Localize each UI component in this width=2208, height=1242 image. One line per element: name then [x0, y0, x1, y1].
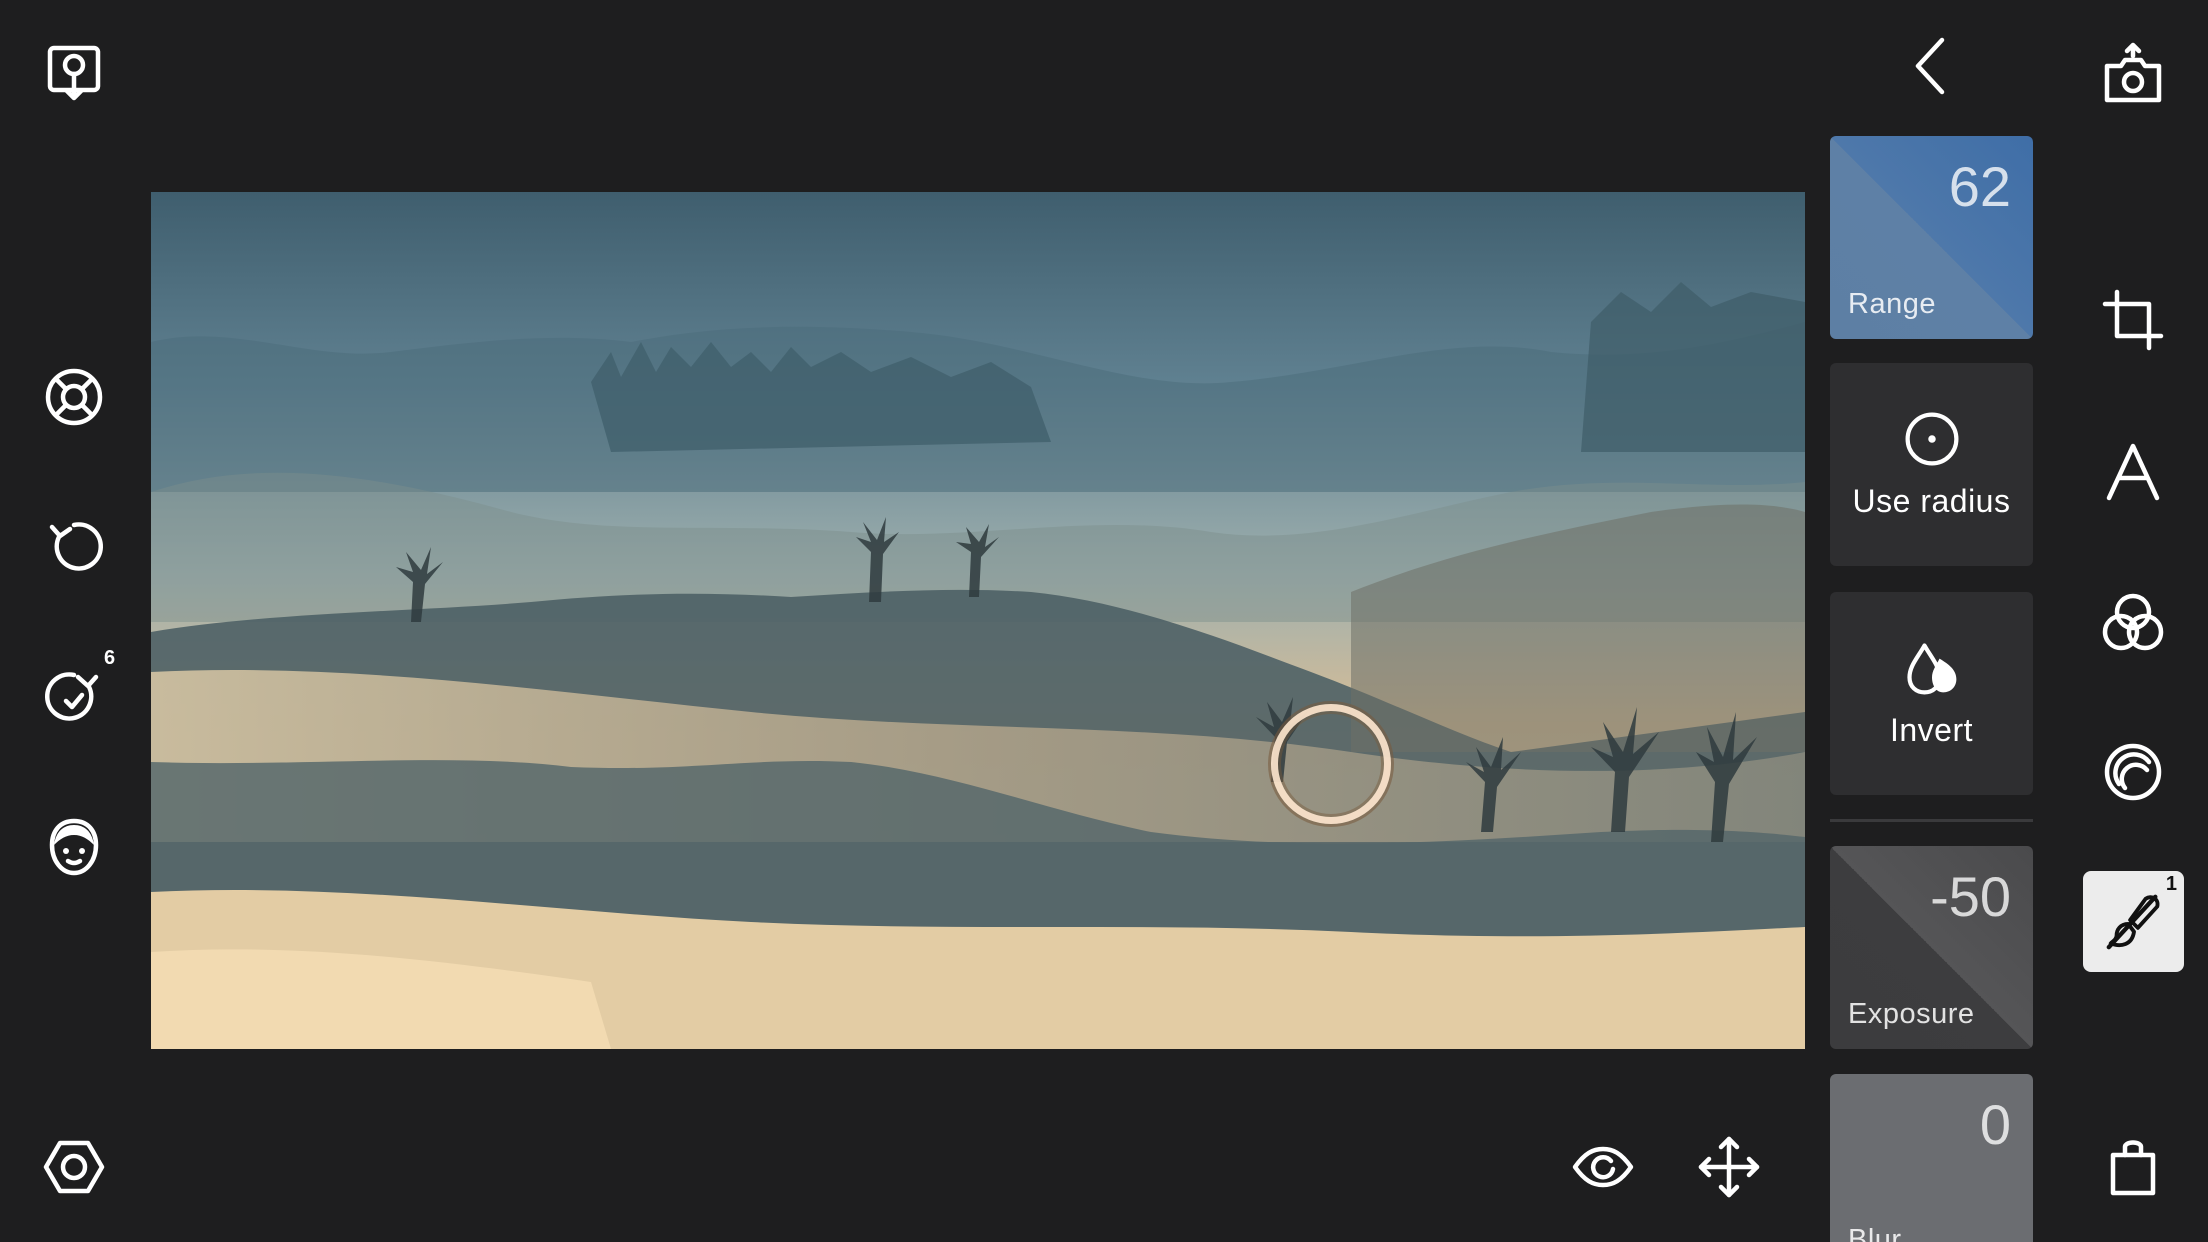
range-value: 62 [1948, 155, 2011, 218]
text-tool-button[interactable] [2083, 422, 2183, 522]
mask-brush-tool-button[interactable]: 1 [2083, 871, 2184, 972]
range-label: Range [1848, 288, 1936, 320]
move-button[interactable] [1679, 1117, 1779, 1217]
invert-drops-icon [1906, 643, 1956, 695]
crop-tool-button[interactable] [2083, 270, 2183, 370]
face-button[interactable] [24, 797, 124, 897]
redo-button[interactable]: 6 [24, 647, 124, 747]
crop-icon [2102, 289, 2164, 351]
mask-export-button[interactable] [24, 22, 124, 122]
blur-slider-tile[interactable]: 0 Blur [1830, 1074, 2033, 1242]
filters-tool-button[interactable] [2083, 572, 2183, 672]
exposure-value: -50 [1930, 865, 2011, 928]
active-tool-badge: 1 [2165, 873, 2177, 895]
tile-divider [1830, 819, 2033, 822]
share-button[interactable] [2083, 24, 2183, 124]
blur-label: Blur [1848, 1224, 1902, 1242]
mask-brush-handle[interactable] [1271, 704, 1391, 824]
undo-icon [49, 522, 104, 571]
photo-canvas[interactable] [151, 192, 1805, 1049]
photo-editor: 6 62 Range Use radius Invert -50 Exposur… [0, 0, 2208, 1242]
mask-pin-icon [47, 45, 101, 101]
exposure-label: Exposure [1848, 998, 1975, 1030]
preview-button[interactable] [1553, 1117, 1653, 1217]
adjust-swirl-icon [2104, 743, 2162, 801]
lifebuoy-icon [45, 368, 103, 426]
shopping-bag-icon [2110, 1140, 2156, 1196]
undo-button[interactable] [24, 497, 124, 597]
settings-button[interactable] [24, 1117, 124, 1217]
invert-button[interactable]: Invert [1830, 592, 2033, 795]
range-slider-tile[interactable]: 62 Range [1830, 136, 2033, 339]
text-a-icon [2106, 443, 2160, 501]
store-button[interactable] [2083, 1117, 2183, 1217]
brush-off-icon [2106, 894, 2159, 949]
hex-settings-icon [43, 1140, 105, 1194]
invert-label: Invert [1889, 712, 1974, 748]
back-button[interactable] [1882, 16, 1982, 116]
exposure-slider-tile[interactable]: -50 Exposure [1830, 846, 2033, 1049]
help-button[interactable] [24, 347, 124, 447]
chevron-left-icon [1915, 37, 1945, 95]
move-arrows-icon [1698, 1136, 1760, 1198]
blur-value: 0 [1979, 1093, 2011, 1156]
face-icon [49, 818, 99, 876]
use-radius-button[interactable]: Use radius [1830, 363, 2033, 566]
color-circles-icon [2102, 593, 2164, 651]
redo-icon [44, 672, 99, 721]
landscape-photo [151, 192, 1805, 1049]
radius-target-icon [1905, 412, 1958, 466]
eye-icon [1572, 1146, 1634, 1188]
adjust-tool-button[interactable] [2083, 722, 2183, 822]
use-radius-label: Use radius [1852, 483, 2011, 519]
redo-count-badge: 6 [104, 647, 116, 669]
camera-share-icon [2104, 42, 2162, 103]
